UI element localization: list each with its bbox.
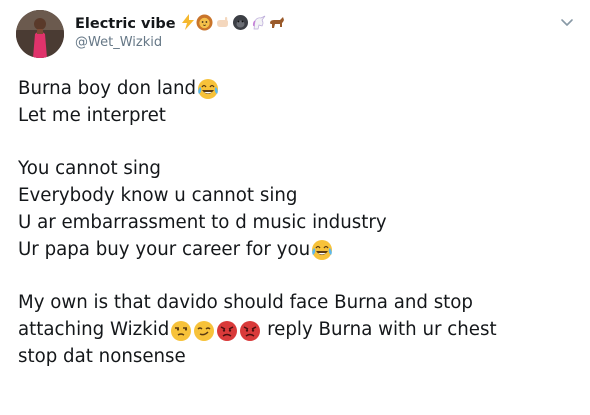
tweet-line: Everybody know u cannot sing xyxy=(18,183,578,210)
unamused-face-icon xyxy=(170,320,192,342)
tweet-line: My own is that davido should face Burna … xyxy=(18,290,578,317)
tweet-line: Let me interpret xyxy=(18,103,578,130)
tweet-line: attaching Wizkid reply Burna with ur che… xyxy=(18,317,578,344)
unicorn-icon xyxy=(250,14,267,35)
avatar[interactable] xyxy=(16,10,64,58)
gorilla-icon xyxy=(232,14,249,35)
tweet-line: stop dat nonsense xyxy=(18,344,578,371)
tweet-card: Electric vibe @Wet_Wizkid Burna boy don … xyxy=(0,0,590,415)
tweet-line-text: You cannot sing xyxy=(18,158,161,180)
hand-emoji-icon xyxy=(214,14,231,35)
tweet-line-text: Burna boy don land xyxy=(18,78,197,99)
tweet-line: U ar embarrassment to d music industry xyxy=(18,210,578,237)
tweet-line-text: stop dat nonsense xyxy=(18,345,186,367)
pouting-face-icon xyxy=(216,320,238,342)
pouting-face-icon xyxy=(239,320,261,342)
tweet-line-text: My own is that davido should face Burna … xyxy=(18,292,473,314)
smirking-face-icon xyxy=(193,320,215,342)
username-handle[interactable]: @Wet_Wizkid xyxy=(75,35,286,50)
tweet-line-text: Ur papa buy your career for you xyxy=(18,238,311,260)
tweet-line-text: U ar embarrassment to d music industry xyxy=(18,211,387,233)
tweet-line-text: Everybody know u cannot sing xyxy=(18,185,298,207)
lion-face-icon xyxy=(196,14,213,35)
tweet-line-text: reply Burna with ur chest xyxy=(261,319,497,341)
chevron-down-icon[interactable] xyxy=(558,13,576,31)
tweet-line-text: attaching Wizkid xyxy=(18,319,170,341)
tweet-line: Burna boy don land xyxy=(18,76,578,103)
tweet-line: Ur papa buy your career for you xyxy=(18,237,578,264)
horse-icon xyxy=(268,14,286,35)
face-with-tears-of-joy-icon xyxy=(197,78,219,100)
display-name-row[interactable]: Electric vibe xyxy=(75,14,286,34)
author-info: Electric vibe @Wet_Wizkid xyxy=(75,14,286,50)
tweet-line: You cannot sing xyxy=(18,156,578,183)
display-name[interactable]: Electric vibe xyxy=(75,16,176,32)
face-with-tears-of-joy-icon xyxy=(311,239,333,261)
tweet-line-text: Let me interpret xyxy=(18,104,166,126)
tweet-text: Burna boy don land Let me interpret You … xyxy=(18,76,578,371)
name-badges xyxy=(180,14,286,35)
lightning-icon xyxy=(181,14,195,34)
